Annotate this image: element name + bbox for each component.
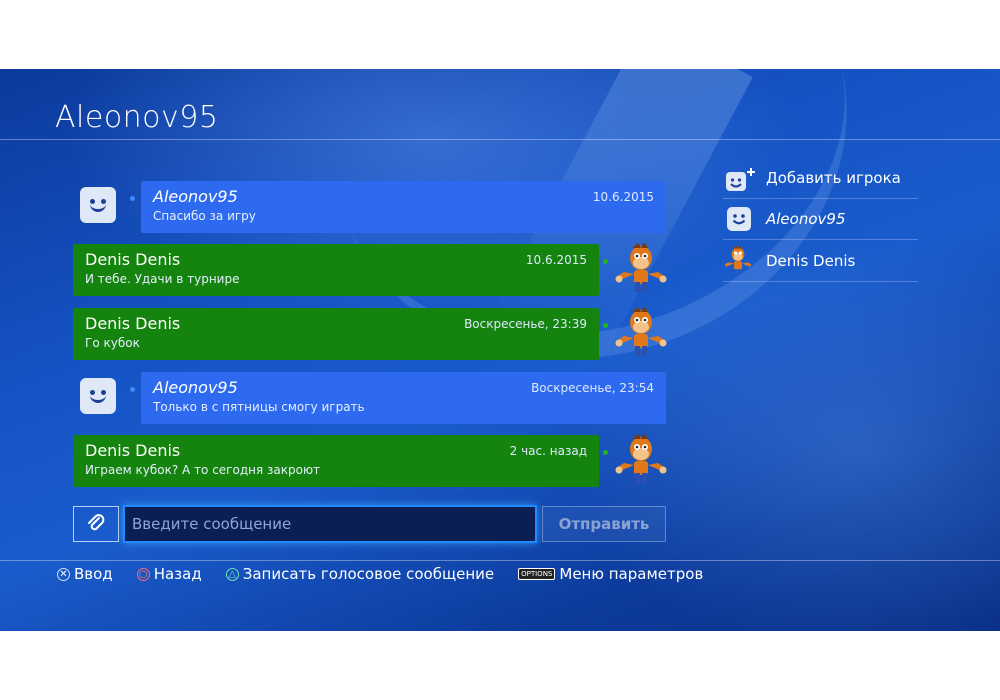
- crash-bandicoot-avatar: [615, 306, 667, 356]
- button-hints-bar: ✕ Ввод ○ Назад △ Записать голосовое сооб…: [57, 565, 727, 583]
- hint-label: Ввод: [74, 565, 113, 583]
- message-bubble[interactable]: Denis Denis Воскресенье, 23:39 Го кубок: [73, 308, 599, 360]
- message-text: Играем кубок? А то сегодня закроют: [85, 463, 321, 477]
- message-bubble[interactable]: Denis Denis 10.6.2015 И тебе. Удачи в ту…: [73, 244, 599, 296]
- add-player-icon: [726, 168, 755, 191]
- divider: [0, 560, 1000, 561]
- hint-options: OPTIONS Меню параметров: [518, 565, 703, 583]
- page-title: Aleonov95: [55, 100, 219, 135]
- messages-screen: Aleonov95 Aleonov95 10.6.2015 Спасибо за…: [0, 69, 1000, 631]
- bubble-pointer: [603, 450, 608, 455]
- message-text: Спасибо за игру: [153, 209, 256, 223]
- bubble-pointer: [603, 259, 608, 264]
- smiley-avatar-icon: [80, 378, 116, 414]
- message-bubble[interactable]: Aleonov95 10.6.2015 Спасибо за игру: [141, 181, 666, 233]
- message-sender: Aleonov95: [153, 187, 238, 206]
- message-sender: Denis Denis: [85, 250, 181, 269]
- message-date: 2 час. назад: [509, 444, 587, 458]
- attach-button[interactable]: [73, 506, 119, 542]
- divider: [0, 139, 1000, 140]
- circle-button-icon: ○: [136, 567, 150, 581]
- bubble-pointer: [130, 387, 135, 392]
- message-bubble[interactable]: Aleonov95 Воскресенье, 23:54 Только в с …: [141, 372, 666, 424]
- message-date: Воскресенье, 23:39: [464, 317, 587, 331]
- message-text: И тебе. Удачи в турнире: [85, 272, 240, 286]
- hint-label: Записать голосовое сообщение: [242, 565, 495, 583]
- hint-voice: △ Записать голосовое сообщение: [225, 565, 495, 583]
- smiley-avatar-icon: [727, 207, 751, 231]
- hint-enter: ✕ Ввод: [57, 565, 113, 583]
- member-name: Aleonov95: [766, 210, 846, 228]
- message-date: 10.6.2015: [592, 190, 654, 204]
- add-player-button[interactable]: Добавить игрока: [723, 158, 918, 199]
- message-date: Воскресенье, 23:54: [531, 381, 654, 395]
- message-date: 10.6.2015: [525, 253, 587, 267]
- crash-bandicoot-avatar: [615, 433, 667, 483]
- triangle-button-icon: △: [225, 567, 239, 581]
- crash-bandicoot-avatar: [724, 245, 752, 270]
- cross-button-icon: ✕: [57, 567, 70, 581]
- options-button-icon: OPTIONS: [518, 568, 556, 580]
- member-item-denis-denis[interactable]: Denis Denis: [723, 241, 918, 282]
- hint-label: Меню параметров: [559, 565, 704, 583]
- add-player-label: Добавить игрока: [766, 169, 901, 187]
- smiley-avatar-icon: [80, 187, 116, 223]
- send-button[interactable]: Отправить: [542, 506, 666, 542]
- message-text: Только в с пятницы смогу играть: [153, 400, 365, 414]
- hint-label: Назад: [153, 565, 202, 583]
- bubble-pointer: [130, 196, 135, 201]
- hint-back: ○ Назад: [136, 565, 202, 583]
- paperclip-icon: [88, 514, 105, 531]
- member-name: Denis Denis: [766, 252, 856, 270]
- bubble-pointer: [603, 323, 608, 328]
- message-text: Го кубок: [85, 336, 140, 350]
- member-item-aleonov95[interactable]: Aleonov95: [723, 199, 918, 240]
- crash-bandicoot-avatar: [615, 242, 667, 292]
- message-input[interactable]: Введите сообщение: [123, 505, 537, 543]
- message-bubble[interactable]: Denis Denis 2 час. назад Играем кубок? А…: [73, 435, 599, 487]
